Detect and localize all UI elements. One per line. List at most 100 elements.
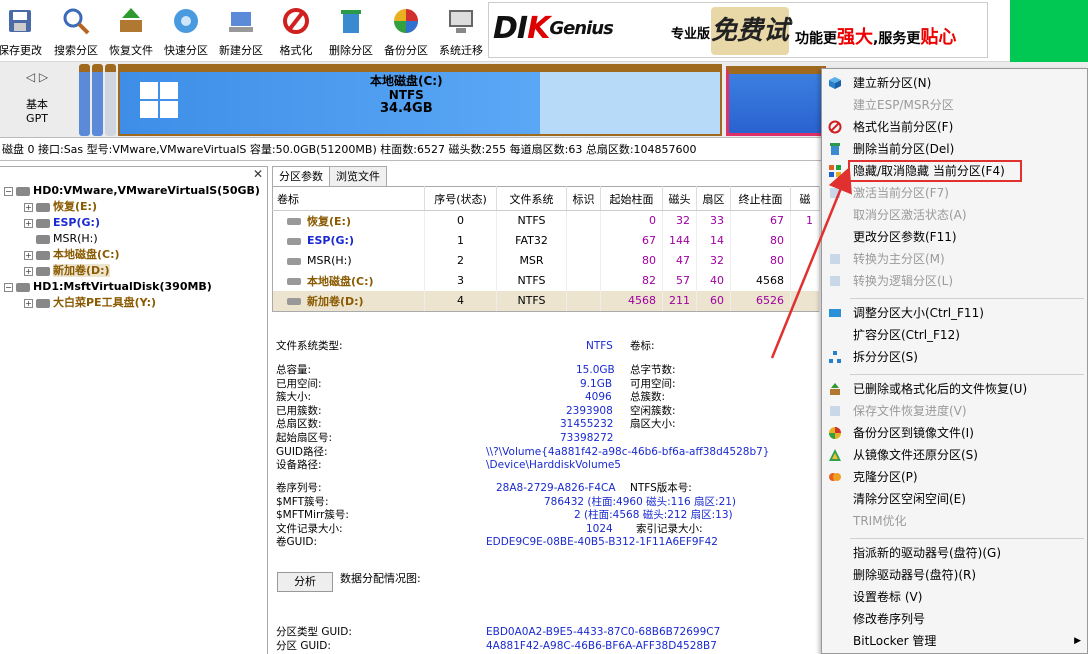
col-id[interactable]: 标识 <box>566 186 601 211</box>
menu-item-clone[interactable]: 克隆分区(P) <box>822 466 1087 488</box>
collapse-icon[interactable]: − <box>4 282 13 292</box>
row-name: MSR(H:) <box>272 250 425 271</box>
menu-item-restore-image[interactable]: 从镜像文件还原分区(S) <box>822 444 1087 466</box>
menu-item-delete[interactable]: 删除当前分区(Del) <box>822 138 1087 160</box>
tree-node-esp[interactable]: + ESP(G:) <box>24 215 100 230</box>
banner-slogan: 功能更强大,服务更贴心 <box>795 27 957 48</box>
row-head: 32 <box>662 210 697 231</box>
vol-guid-value: EDDE9C9E-08BE-40B5-B312-1F11A6EF9F42 <box>486 536 718 549</box>
save-changes-button[interactable]: 保存更改 <box>0 4 48 58</box>
tab-browse-files[interactable]: 浏览文件 <box>329 166 387 186</box>
menu-item-backup-image[interactable]: 备份分区到镜像文件(I) <box>822 422 1087 444</box>
menu-item-change-params[interactable]: 更改分区参数(F11) <box>822 226 1087 248</box>
menu-item-new-partition[interactable]: 建立新分区(N) <box>822 72 1087 94</box>
tree-node-msr[interactable]: MSR(H:) <box>24 231 98 246</box>
tree-node-hd0[interactable]: − HD0:VMware,VMwareVirtualS(50GB) <box>4 183 260 198</box>
partition-icon <box>36 218 50 228</box>
col-head-end[interactable]: 磁 <box>790 186 820 211</box>
partition-icon <box>36 234 50 244</box>
prev-disk-icon[interactable]: ◁ <box>26 70 35 84</box>
tab-partition-params[interactable]: 分区参数 <box>272 166 330 186</box>
col-start[interactable]: 起始柱面 <box>600 186 663 211</box>
table-row[interactable]: 恢复(E:) 0 NTFS 0 32 33 67 1 <box>272 210 820 231</box>
ptype-guid-value: EBD0A0A2-B9E5-4433-87C0-68B6B72699C7 <box>486 626 721 638</box>
menu-item-to-primary[interactable]: 转换为主分区(M) <box>822 248 1087 270</box>
sector-size-label: 扇区大小: <box>630 418 676 431</box>
expand-icon[interactable]: + <box>24 250 33 260</box>
row-id <box>566 250 601 271</box>
expand-icon[interactable]: + <box>24 298 33 308</box>
partition-block-esp[interactable] <box>92 64 103 136</box>
menu-item-activate[interactable]: 激活当前分区(F7) <box>822 182 1087 204</box>
expand-icon[interactable]: + <box>24 266 33 276</box>
alloc-label: 数据分配情况图: <box>340 572 421 585</box>
table-row[interactable]: MSR(H:) 2 MSR 80 47 32 80 <box>272 250 820 271</box>
col-index[interactable]: 序号(状态) <box>424 186 497 211</box>
expand-icon[interactable]: + <box>24 202 33 212</box>
menu-item-save-progress[interactable]: 保存文件恢复进度(V) <box>822 400 1087 422</box>
menu-item-bitlocker[interactable]: BitLocker 管理 ▶ <box>822 630 1087 652</box>
menu-item-format[interactable]: 格式化当前分区(F) <box>822 116 1087 138</box>
system-migrate-button[interactable]: 系统迁移 <box>433 4 489 58</box>
menu-item-set-label[interactable]: 设置卷标 (V) <box>822 586 1087 608</box>
menu-item-file-recovery[interactable]: 已删除或格式化后的文件恢复(U) <box>822 378 1087 400</box>
backup-partition-label: 备份分区 <box>384 44 428 57</box>
table-row[interactable]: 新加卷(D:) 4 NTFS 4568 211 60 6526 <box>272 290 820 311</box>
col-sector[interactable]: 扇区 <box>696 186 731 211</box>
menu-item-esp-msr[interactable]: 建立ESP/MSR分区 <box>822 94 1087 116</box>
cube-icon <box>829 77 841 89</box>
tab-bar: 分区参数 浏览文件 <box>272 166 387 186</box>
menu-item-trim[interactable]: TRIM优化 <box>822 510 1087 532</box>
menu-item-split[interactable]: 拆分分区(S) <box>822 346 1087 368</box>
new-partition-button[interactable]: 新建分区 <box>213 4 269 58</box>
menu-item-wipe-free[interactable]: 清除分区空闲空间(E) <box>822 488 1087 510</box>
partition-icon <box>36 250 50 260</box>
close-panel-icon[interactable]: ✕ <box>253 167 263 181</box>
total-label: 总容量: <box>276 364 312 376</box>
row-sector: 40 <box>696 270 731 291</box>
col-end[interactable]: 终止柱面 <box>730 186 791 211</box>
partition-block-d[interactable] <box>726 66 826 136</box>
row-fs: MSR <box>496 250 567 271</box>
menu-item-extend[interactable]: 扩容分区(Ctrl_F12) <box>822 324 1087 346</box>
analyze-button[interactable]: 分析 <box>277 572 333 592</box>
row-fs: NTFS <box>496 290 567 311</box>
tree-node-y[interactable]: + 大白菜PE工具盘(Y:) <box>24 295 156 310</box>
backup-partition-button[interactable]: 备份分区 <box>378 4 434 58</box>
tree-node-hd1[interactable]: − HD1:MsftVirtualDisk(390MB) <box>4 279 212 294</box>
col-volume[interactable]: 卷标 <box>272 186 425 211</box>
expand-icon[interactable]: + <box>24 218 33 228</box>
menu-item-assign-letter[interactable]: 指派新的驱动器号(盘符)(G) <box>822 542 1087 564</box>
search-partition-button[interactable]: 搜索分区 <box>48 4 104 58</box>
partition-block-c[interactable]: 本地磁盘(C:) NTFS 34.4GB <box>118 64 722 136</box>
row-name: 新加卷(D:) <box>272 290 425 311</box>
row-end: 80 <box>730 250 791 271</box>
sectors-label: 总扇区数: <box>276 418 322 431</box>
menu-item-to-logical[interactable]: 转换为逻辑分区(L) <box>822 270 1087 292</box>
menu-item-change-serial[interactable]: 修改卷序列号 <box>822 608 1087 630</box>
tree-node-recovery[interactable]: + 恢复(E:) <box>24 199 97 214</box>
delete-partition-button[interactable]: 删除分区 <box>323 4 379 58</box>
row-start: 67 <box>600 230 663 251</box>
row-end: 6526 <box>730 290 791 311</box>
quick-partition-button[interactable]: 快速分区 <box>158 4 214 58</box>
recover-files-button[interactable]: 恢复文件 <box>103 4 159 58</box>
tree-node-d[interactable]: + 新加卷(D:) <box>24 263 110 278</box>
cluster-value: 4096 <box>585 391 612 404</box>
disk-nav-arrows[interactable]: ◁ ▷ <box>0 70 74 84</box>
next-disk-icon[interactable]: ▷ <box>39 70 48 84</box>
col-fs[interactable]: 文件系统 <box>496 186 567 211</box>
menu-item-deactivate[interactable]: 取消分区激活状态(A) <box>822 204 1087 226</box>
menu-item-remove-letter[interactable]: 删除驱动器号(盘符)(R) <box>822 564 1087 586</box>
toolbar: 保存更改 搜索分区 恢复文件 快速分区 新建分区 格式化 删除分区 备份分区 系… <box>0 0 1088 62</box>
table-row[interactable]: ESP(G:) 1 FAT32 67 144 14 80 <box>272 230 820 251</box>
menu-item-resize[interactable]: 调整分区大小(Ctrl_F11) <box>822 302 1087 324</box>
collapse-icon[interactable]: − <box>4 186 13 196</box>
col-head[interactable]: 磁头 <box>662 186 697 211</box>
partition-block-recovery[interactable] <box>79 64 90 136</box>
tree-node-c[interactable]: + 本地磁盘(C:) <box>24 247 120 262</box>
partition-block-msr[interactable] <box>105 64 116 136</box>
diskgenius-ad-banner[interactable]: DIKGenius 专业版 免费试用 功能更强大,服务更贴心 <box>488 2 988 58</box>
format-button[interactable]: 格式化 <box>268 4 324 58</box>
table-row[interactable]: 本地磁盘(C:) 3 NTFS 82 57 40 4568 <box>272 270 820 291</box>
